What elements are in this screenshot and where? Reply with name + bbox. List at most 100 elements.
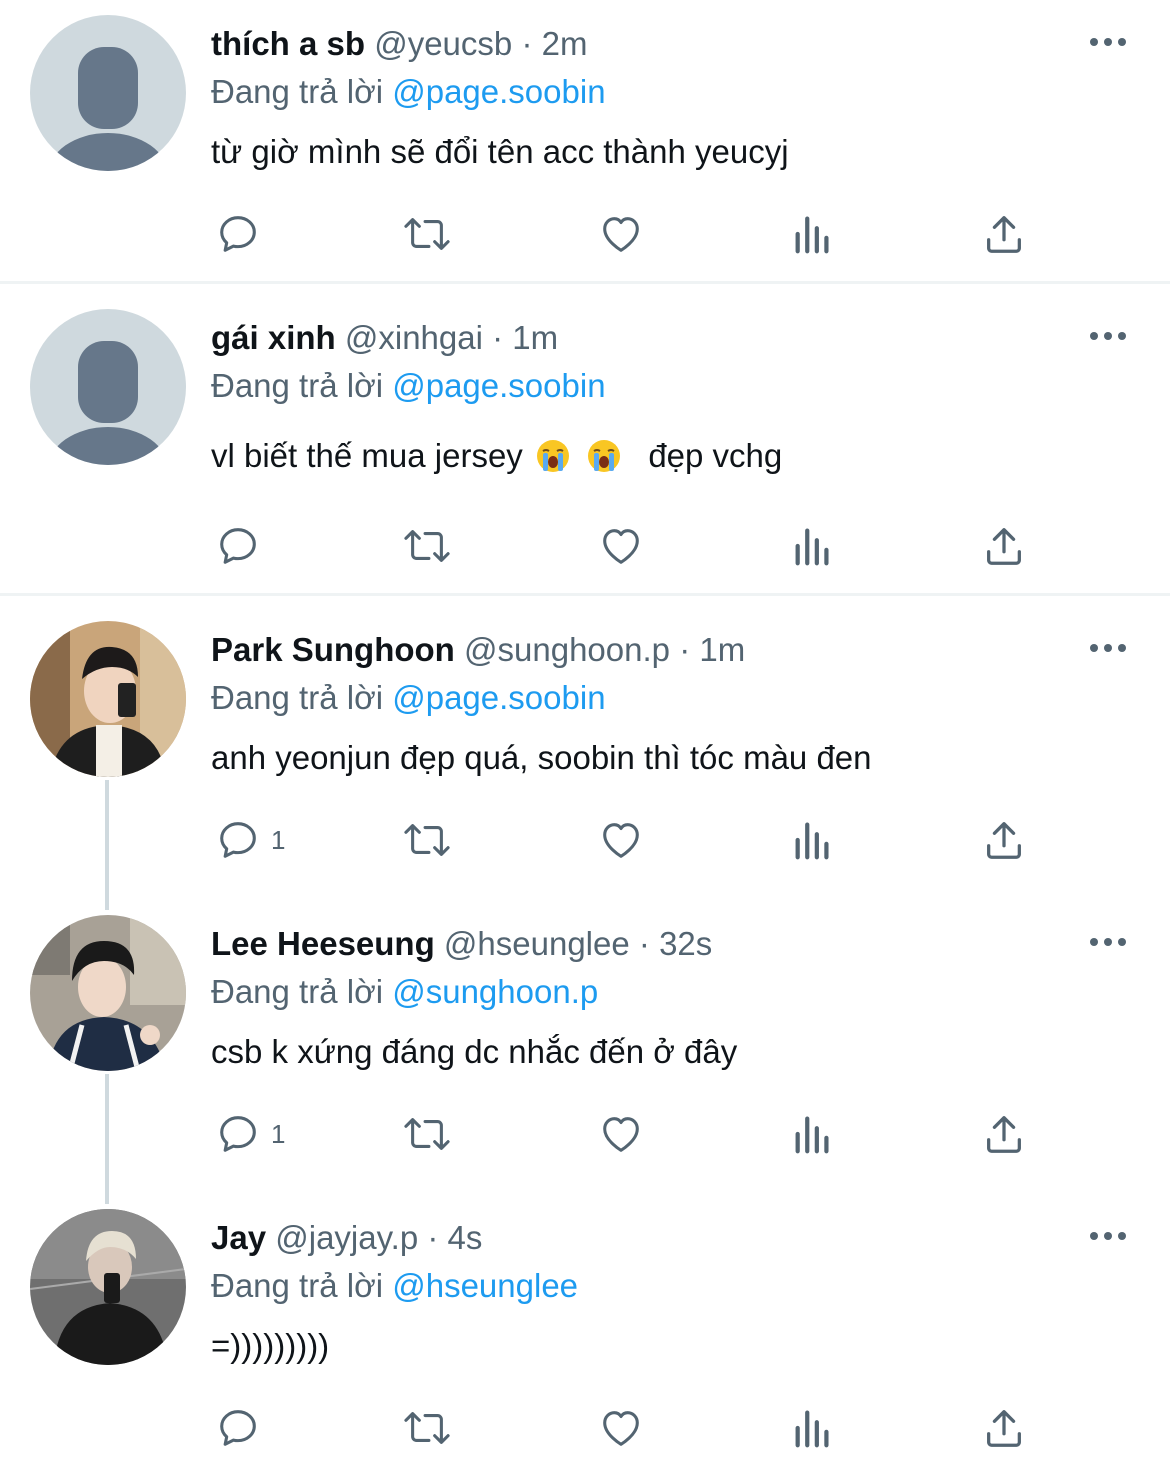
display-name[interactable]: Park Sunghoon — [211, 631, 455, 668]
like-button[interactable] — [597, 521, 645, 571]
like-button[interactable] — [597, 815, 645, 865]
tweet[interactable]: Jay @jayjay.p · 4s Đang trả lời @hseungl… — [0, 1194, 1170, 1464]
loudly-crying-face-emoji — [588, 440, 621, 472]
more-options-button[interactable] — [1088, 1226, 1128, 1246]
views-icon — [795, 216, 829, 254]
timestamp[interactable]: 1m — [699, 631, 745, 668]
display-name[interactable]: Jay — [211, 1219, 266, 1256]
separator-dot: · — [679, 631, 691, 668]
reply-prefix: Đang trả lời — [211, 367, 384, 404]
photo-avatar[interactable] — [30, 915, 186, 1071]
tweet-actions: 1 — [211, 815, 1111, 865]
share-icon — [987, 216, 1021, 253]
more-options-button[interactable] — [1088, 932, 1128, 952]
separator-dot: · — [492, 319, 504, 356]
share-button[interactable] — [981, 209, 1027, 259]
default-avatar[interactable] — [30, 309, 186, 465]
tweet-header: Jay @jayjay.p · 4s — [211, 1218, 482, 1258]
retweet-button[interactable] — [401, 815, 453, 865]
views-button[interactable] — [791, 815, 835, 865]
user-handle[interactable]: @yeucsb — [374, 25, 512, 62]
reply-context: Đang trả lời @hseunglee — [211, 1266, 578, 1306]
like-icon — [603, 823, 639, 858]
views-button[interactable] — [791, 1109, 835, 1159]
like-button[interactable] — [597, 1109, 645, 1159]
share-button[interactable] — [981, 521, 1027, 571]
photo-avatar[interactable] — [30, 1209, 186, 1365]
photo-avatar[interactable] — [30, 621, 186, 777]
retweet-button[interactable] — [401, 1403, 453, 1453]
retweet-icon — [404, 824, 450, 856]
reply-mention-link[interactable]: @page.soobin — [392, 679, 605, 716]
tweet-text-part: đẹp vchg — [648, 437, 783, 474]
tweet-text: =))))))))) — [211, 1327, 330, 1364]
more-options-icon — [1090, 332, 1126, 340]
retweet-button[interactable] — [401, 1109, 453, 1159]
tweet-header: Park Sunghoon @sunghoon.p · 1m — [211, 630, 745, 670]
like-button[interactable] — [597, 1403, 645, 1453]
more-options-icon — [1090, 38, 1126, 46]
more-options-button[interactable] — [1088, 638, 1128, 658]
reply-button[interactable] — [215, 1403, 261, 1453]
timestamp[interactable]: 4s — [448, 1219, 483, 1256]
timestamp[interactable]: 1m — [512, 319, 558, 356]
separator-dot: · — [427, 1219, 439, 1256]
reply-button[interactable] — [215, 521, 261, 571]
reply-context: Đang trả lời @page.soobin — [211, 678, 606, 718]
tweet-text-part: vl biết thế mua jersey — [211, 437, 523, 474]
display-name[interactable]: thích a sb — [211, 25, 365, 62]
user-handle[interactable]: @jayjay.p — [275, 1219, 418, 1256]
tweet-actions — [211, 209, 1111, 259]
reply-mention-link[interactable]: @page.soobin — [392, 367, 605, 404]
share-icon — [987, 822, 1021, 859]
tweet[interactable]: thích a sb @yeucsb · 2m Đang trả lời @pa… — [0, 0, 1170, 281]
tweet-text: csb k xứng đáng dc nhắc đến ở đây — [211, 1033, 738, 1070]
share-icon — [987, 1116, 1021, 1153]
display-name[interactable]: Lee Heeseung — [211, 925, 435, 962]
views-icon — [795, 1116, 829, 1154]
reply-button[interactable]: 1 — [215, 815, 285, 865]
views-icon — [795, 528, 829, 566]
tweet-header: Lee Heeseung @hseunglee · 32s — [211, 924, 712, 964]
views-button[interactable] — [791, 1403, 835, 1453]
reply-prefix: Đang trả lời — [211, 679, 384, 716]
reply-button[interactable] — [215, 209, 261, 259]
reply-mention-link[interactable]: @hseunglee — [392, 1267, 578, 1304]
separator-dot: · — [638, 925, 650, 962]
reply-context: Đang trả lời @sunghoon.p — [211, 972, 598, 1012]
tweet-divider — [0, 593, 1170, 596]
like-icon — [603, 1117, 639, 1152]
tweet[interactable]: gái xinh @xinhgai · 1m Đang trả lời @pag… — [0, 294, 1170, 593]
timestamp[interactable]: 32s — [659, 925, 712, 962]
more-options-button[interactable] — [1088, 326, 1128, 346]
reply-button[interactable]: 1 — [215, 1109, 285, 1159]
tweet[interactable]: Park Sunghoon @sunghoon.p · 1m Đang trả … — [0, 606, 1170, 900]
retweet-button[interactable] — [401, 521, 453, 571]
default-avatar[interactable] — [30, 15, 186, 171]
views-button[interactable] — [791, 521, 835, 571]
user-handle[interactable]: @xinhgai — [345, 319, 483, 356]
retweet-icon — [404, 1118, 450, 1150]
timestamp[interactable]: 2m — [542, 25, 588, 62]
share-button[interactable] — [981, 1403, 1027, 1453]
retweet-button[interactable] — [401, 209, 453, 259]
tweet[interactable]: Lee Heeseung @hseunglee · 32s Đang trả l… — [0, 900, 1170, 1194]
views-button[interactable] — [791, 209, 835, 259]
views-icon — [795, 822, 829, 860]
retweet-icon — [404, 530, 450, 562]
like-button[interactable] — [597, 209, 645, 259]
share-button[interactable] — [981, 815, 1027, 865]
more-options-icon — [1090, 938, 1126, 946]
tweet-actions — [211, 521, 1111, 571]
reply-mention-link[interactable]: @sunghoon.p — [392, 973, 598, 1010]
reply-prefix: Đang trả lời — [211, 73, 384, 110]
user-handle[interactable]: @sunghoon.p — [464, 631, 670, 668]
display-name[interactable]: gái xinh — [211, 319, 336, 356]
reply-count: 1 — [271, 824, 286, 855]
tweet-header: gái xinh @xinhgai · 1m — [211, 318, 558, 358]
share-button[interactable] — [981, 1109, 1027, 1159]
share-icon — [987, 528, 1021, 565]
more-options-button[interactable] — [1088, 32, 1128, 52]
reply-mention-link[interactable]: @page.soobin — [392, 73, 605, 110]
user-handle[interactable]: @hseunglee — [444, 925, 630, 962]
